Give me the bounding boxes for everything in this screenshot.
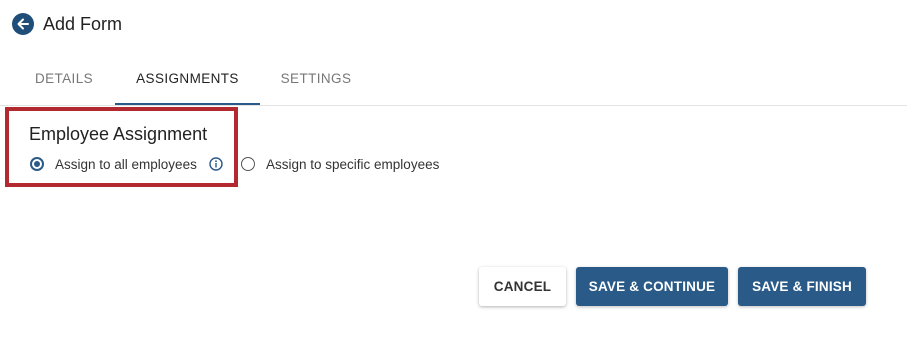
cancel-button[interactable]: CANCEL xyxy=(479,267,566,306)
highlight-annotation-box xyxy=(5,107,238,187)
info-icon[interactable] xyxy=(209,157,223,171)
page-title: Add Form xyxy=(43,13,123,34)
radio-assign-all[interactable]: Assign to all employees xyxy=(30,155,223,173)
radio-assign-specific[interactable]: Assign to specific employees xyxy=(241,155,439,173)
tab-details[interactable]: DETAILS xyxy=(20,54,108,104)
radio-button-checked[interactable] xyxy=(30,157,44,171)
save-finish-button[interactable]: SAVE & FINISH xyxy=(738,267,866,306)
tab-settings[interactable]: SETTINGS xyxy=(268,54,364,104)
radio-label-assign-specific: Assign to specific employees xyxy=(266,156,440,172)
back-arrow-icon[interactable] xyxy=(12,13,34,35)
tab-assignments[interactable]: ASSIGNMENTS xyxy=(115,54,260,105)
page-header: Add Form xyxy=(12,13,122,35)
tab-bar: DETAILS ASSIGNMENTS SETTINGS xyxy=(0,54,907,106)
radio-button-unchecked[interactable] xyxy=(241,157,255,171)
radio-label-assign-all: Assign to all employees xyxy=(55,156,197,172)
section-title: Employee Assignment xyxy=(29,124,208,144)
save-continue-button[interactable]: SAVE & CONTINUE xyxy=(576,267,728,306)
